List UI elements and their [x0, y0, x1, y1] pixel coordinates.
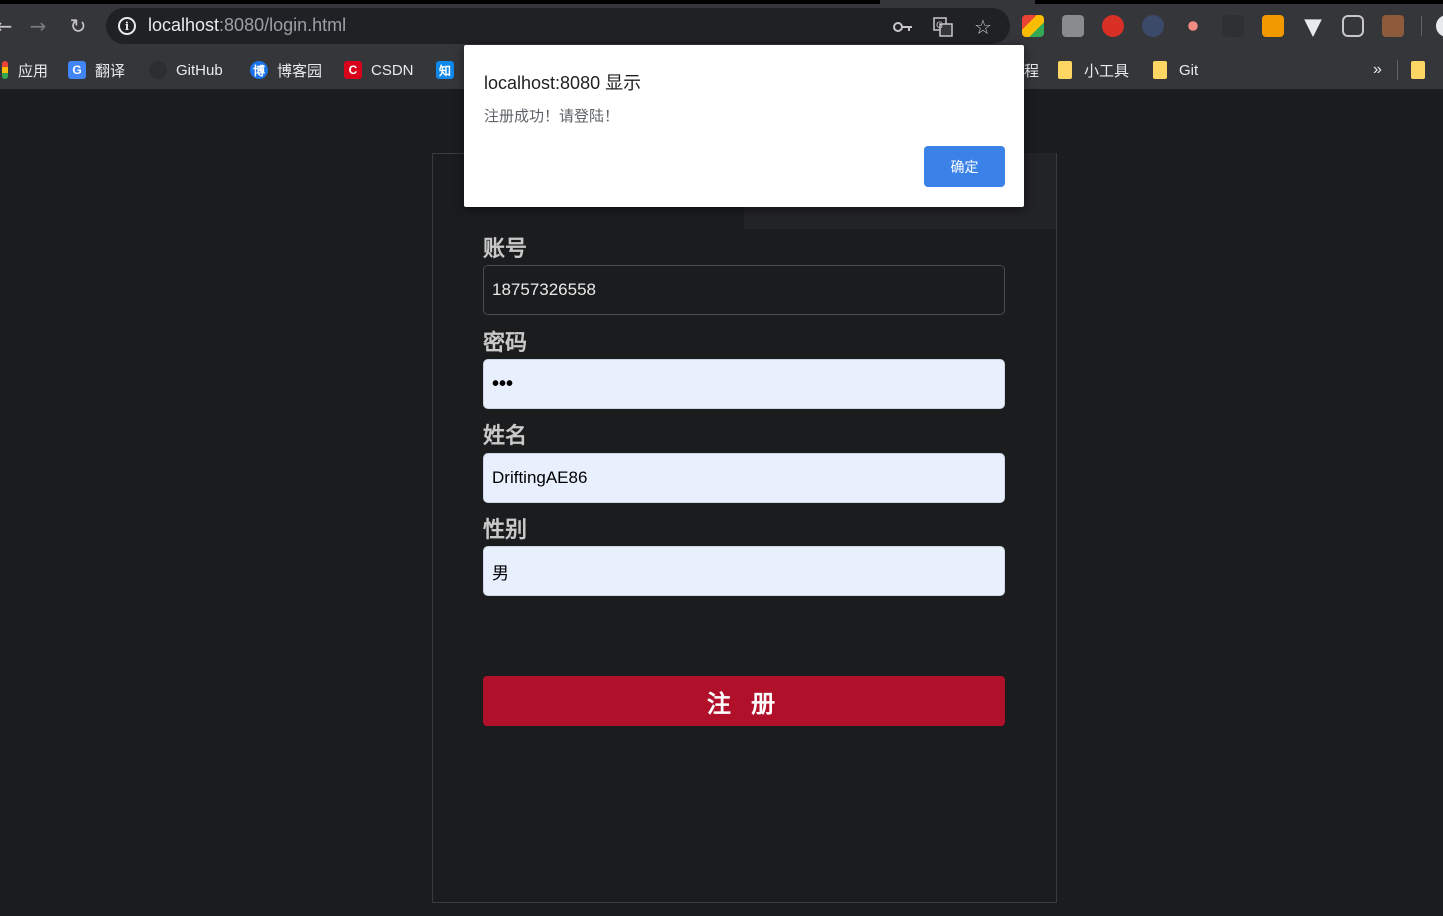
google-translate-icon: G: [68, 61, 86, 79]
translate-icon[interactable]: G: [932, 16, 954, 38]
forward-arrow-icon[interactable]: →: [24, 12, 52, 40]
bookmark-cnblogs[interactable]: 博 博客园: [250, 60, 322, 80]
folder-icon: [1153, 61, 1167, 79]
address-bar[interactable]: i localhost:8080/login.html G ☆: [106, 8, 1010, 44]
url-path: :8080/login.html: [219, 15, 347, 35]
bookmark-translate[interactable]: G 翻译: [68, 60, 125, 80]
toolbar-separator: [1421, 16, 1422, 36]
bookmark-label: 程: [1024, 62, 1040, 80]
svg-text:G: G: [936, 21, 943, 31]
register-button[interactable]: 注 册: [483, 676, 1005, 726]
cnblogs-icon: 博: [250, 61, 268, 79]
extension-gray-icon[interactable]: [1062, 15, 1084, 37]
bookmark-label: Git: [1179, 61, 1199, 79]
extension-adblock-icon[interactable]: [1102, 15, 1124, 37]
account-input[interactable]: 18757326558: [483, 265, 1005, 315]
gender-label: 性别: [483, 518, 528, 543]
bookmark-label: 应用: [18, 62, 49, 80]
url-host: localhost: [148, 15, 220, 35]
profile-avatar[interactable]: [1436, 15, 1443, 37]
csdn-icon: C: [344, 61, 362, 79]
bookmarks-separator: [1397, 60, 1398, 80]
password-label: 密码: [483, 331, 528, 356]
tab-strip-edge: [0, 0, 880, 4]
bookmark-label: GitHub: [176, 61, 223, 79]
folder-icon: [1058, 61, 1072, 79]
bookmark-git[interactable]: Git: [1153, 60, 1198, 80]
key-icon[interactable]: [892, 16, 914, 38]
dialog-title: localhost:8080 显示: [484, 73, 642, 93]
bookmark-csdn[interactable]: C CSDN: [344, 60, 414, 80]
folder-icon: [1411, 61, 1425, 79]
zhihu-icon: 知: [436, 61, 454, 79]
dialog-message: 注册成功！请登陆！: [484, 107, 620, 125]
back-arrow-icon[interactable]: ←: [0, 12, 18, 40]
extension-owl-icon[interactable]: [1142, 15, 1164, 37]
extension-diamond-icon[interactable]: [1304, 19, 1322, 37]
extension-colorful-icon[interactable]: [1022, 15, 1044, 37]
bookmark-label: 博客园: [277, 62, 323, 80]
gender-input[interactable]: 男: [483, 546, 1005, 596]
bookmark-label: CSDN: [371, 61, 414, 79]
bookmark-label: 翻译: [95, 62, 126, 80]
extension-glasses-icon[interactable]: [1342, 15, 1364, 37]
bookmark-github[interactable]: GitHub: [149, 60, 223, 80]
bookmark-tools[interactable]: 小工具: [1058, 60, 1129, 80]
extension-avatar-icon[interactable]: [1382, 15, 1404, 37]
bookmark-cheng[interactable]: 程: [1024, 60, 1039, 80]
account-label: 账号: [483, 237, 528, 262]
site-info-icon[interactable]: i: [118, 17, 136, 35]
bookmark-apps[interactable]: 应用: [2, 60, 48, 80]
bookmark-star-icon[interactable]: ☆: [972, 15, 994, 39]
reload-icon[interactable]: ↻: [64, 12, 92, 40]
extension-orange-icon[interactable]: [1262, 15, 1284, 37]
other-bookmarks[interactable]: [1397, 60, 1437, 80]
apps-grid-icon: [2, 61, 8, 79]
extension-asterisk-icon[interactable]: [1182, 15, 1204, 37]
extension-hidden-icon[interactable]: [1222, 15, 1244, 37]
bookmarks-overflow-chevron[interactable]: »: [1373, 60, 1382, 80]
alert-dialog: localhost:8080 显示 注册成功！请登陆！ 确定: [464, 45, 1024, 207]
github-icon: [149, 61, 167, 79]
bookmark-label: 小工具: [1084, 62, 1130, 80]
name-input[interactable]: DriftingAE86: [483, 453, 1005, 503]
tab-strip-edge: [1035, 0, 1443, 4]
address-url[interactable]: localhost:8080/login.html: [148, 15, 346, 36]
dialog-ok-button[interactable]: 确定: [924, 146, 1005, 187]
password-input[interactable]: •••: [483, 359, 1005, 409]
name-label: 姓名: [483, 424, 528, 449]
bookmark-zhihu[interactable]: 知: [436, 60, 463, 80]
